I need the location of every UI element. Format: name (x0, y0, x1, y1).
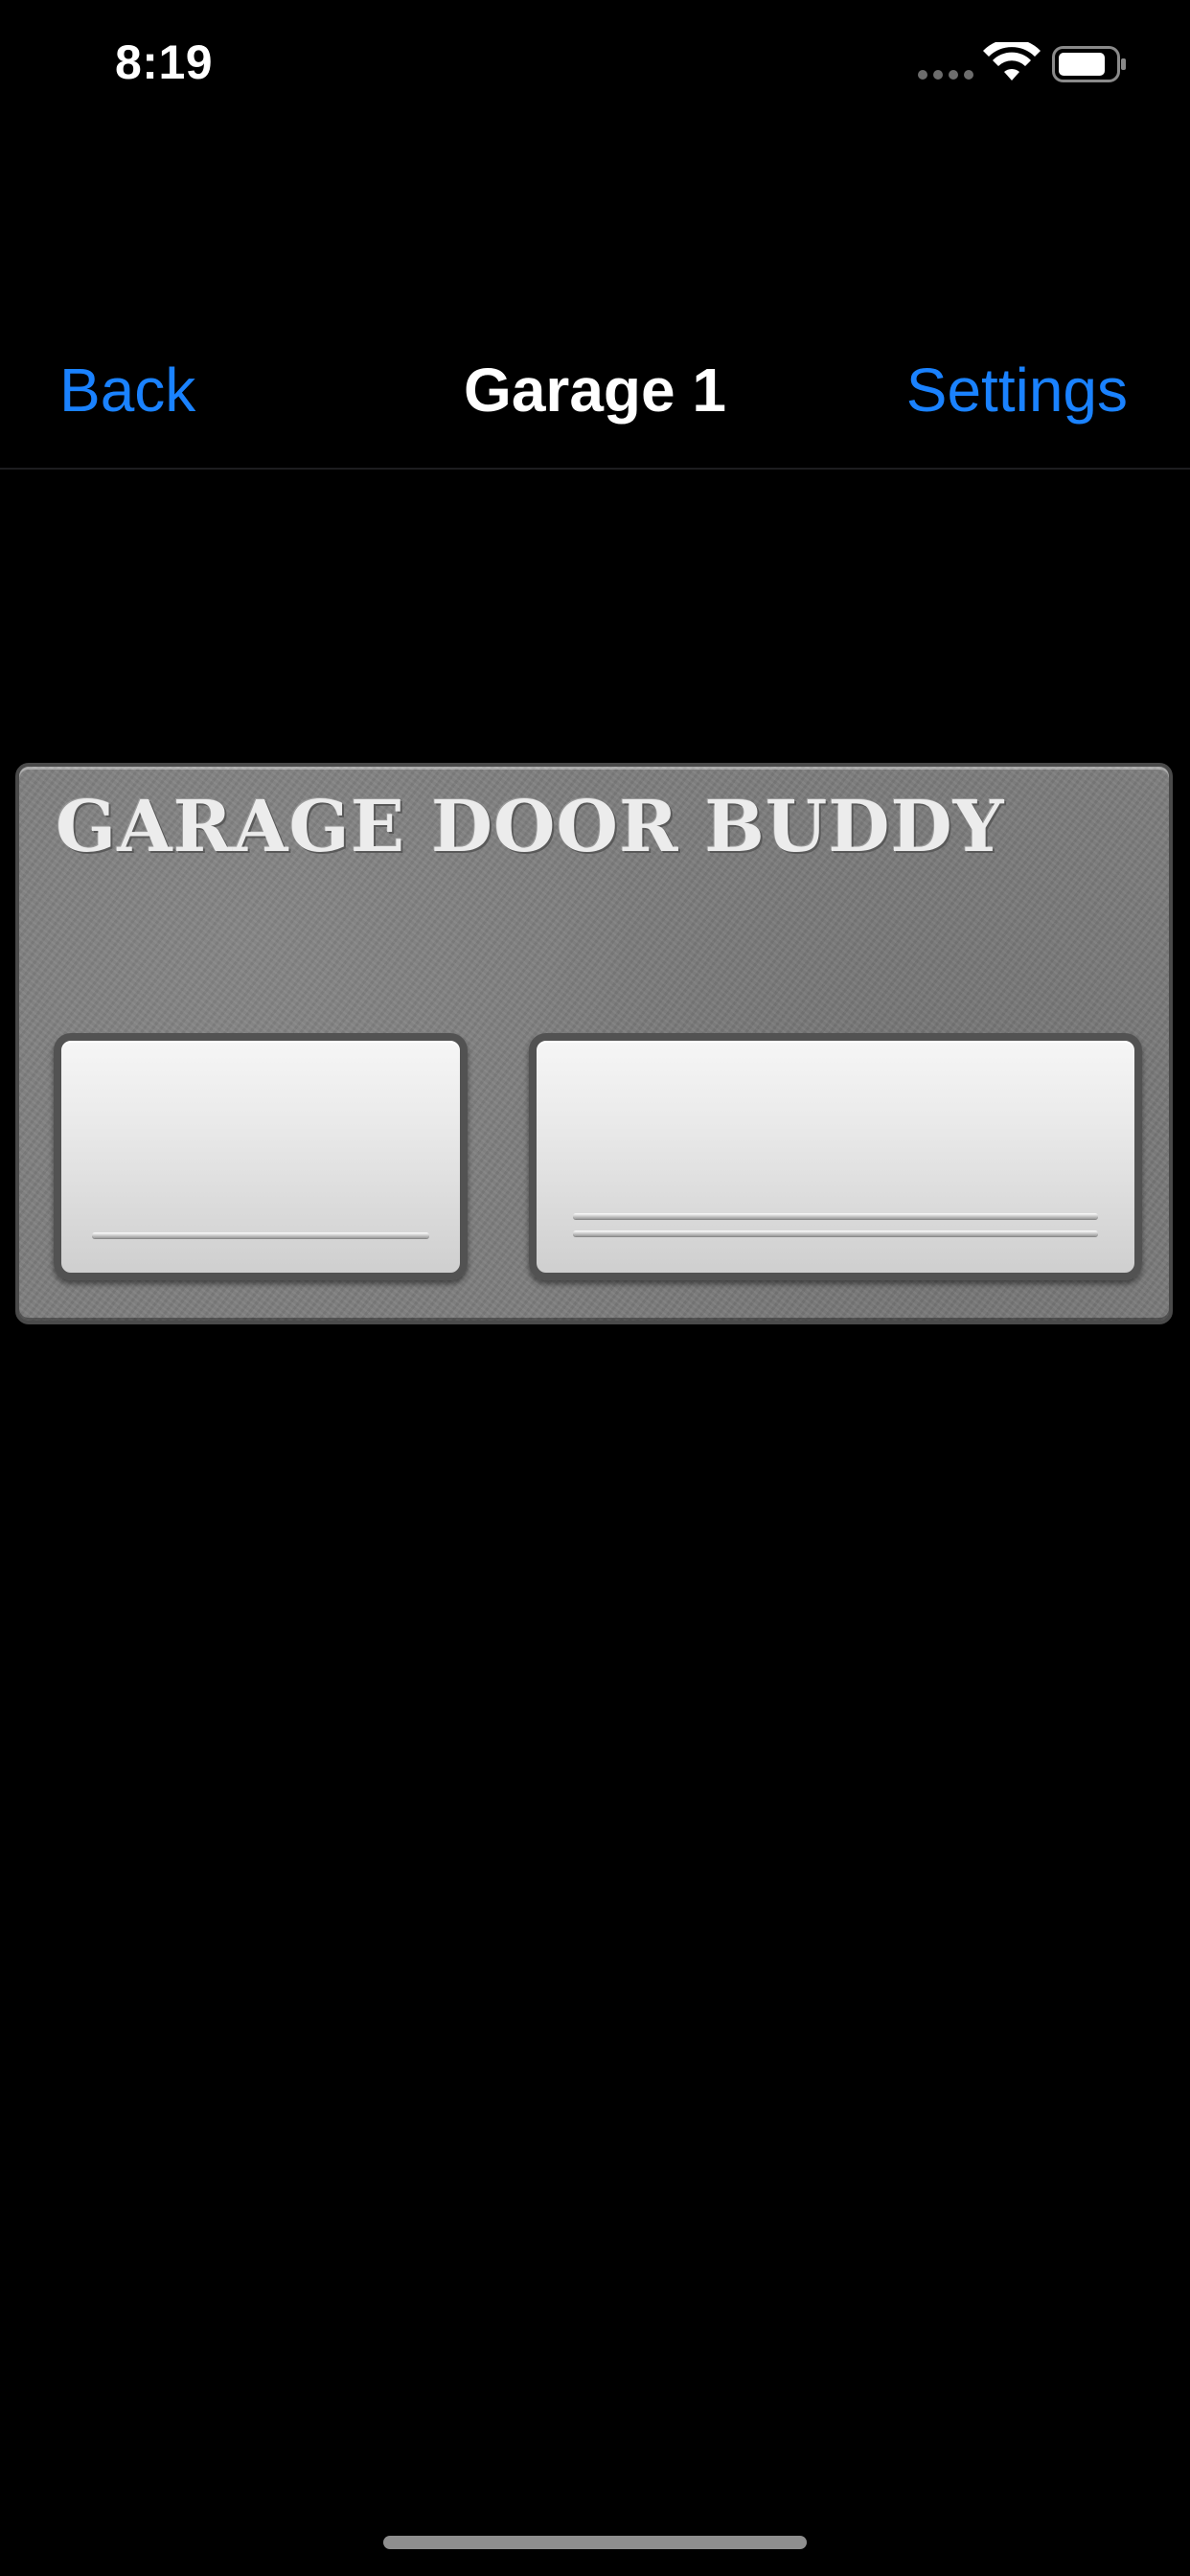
home-indicator[interactable] (383, 2536, 807, 2549)
battery-icon (1052, 46, 1126, 82)
navigation-bar: Back Garage 1 Settings (0, 326, 1190, 470)
garage-door-button-2[interactable] (529, 1033, 1142, 1280)
garage-door-button-1[interactable] (54, 1033, 468, 1280)
single-bar-icon (92, 1232, 429, 1238)
settings-button[interactable]: Settings (906, 355, 1128, 426)
status-time: 8:19 (115, 35, 214, 89)
status-bar: 8:19 (0, 0, 1190, 125)
wifi-icon (983, 42, 1041, 80)
garage-remote-panel: GARAGE DOOR BUDDY (15, 763, 1173, 1324)
double-bar-icon-top (573, 1213, 1098, 1219)
back-button[interactable]: Back (59, 355, 195, 426)
brand-title: GARAGE DOOR BUDDY (56, 786, 1005, 868)
signal-dots-icon (918, 70, 973, 80)
double-bar-icon-bottom (573, 1230, 1098, 1236)
